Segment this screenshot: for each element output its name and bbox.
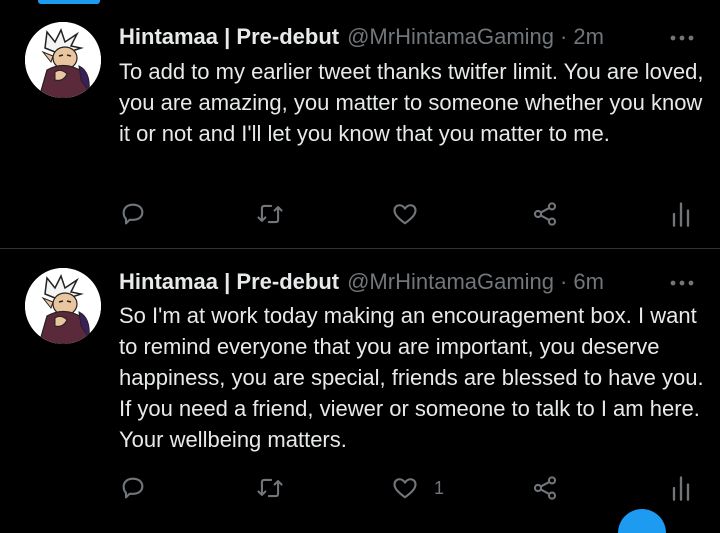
user-handle[interactable]: @MrHintamaGaming [347, 269, 554, 295]
more-options-icon[interactable] [668, 269, 696, 297]
display-name[interactable]: Hintamaa | Pre-debut [119, 269, 339, 295]
tweet[interactable]: Hintamaa | Pre-debut @MrHintamaGaming · … [0, 0, 720, 248]
tweet-text: So I'm at work today making an encourage… [119, 303, 704, 452]
like-button[interactable] [390, 198, 434, 230]
avatar[interactable] [25, 22, 101, 98]
tweet-text: To add to my earlier tweet thanks twitfe… [119, 59, 704, 146]
analytics-button[interactable] [670, 472, 692, 504]
display-name[interactable]: Hintamaa | Pre-debut [119, 24, 339, 50]
separator-dot: · [560, 269, 568, 294]
user-handle[interactable]: @MrHintamaGaming [347, 24, 554, 50]
retweet-button[interactable] [255, 472, 285, 504]
reply-icon [119, 200, 147, 228]
heart-icon [390, 474, 420, 502]
tweet-actions [0, 198, 720, 230]
timestamp[interactable]: 2m [573, 24, 604, 50]
share-icon [531, 474, 559, 502]
tweet[interactable]: Hintamaa | Pre-debut @MrHintamaGaming · … [0, 249, 720, 515]
like-count: 1 [434, 477, 445, 498]
avatar[interactable] [25, 268, 101, 344]
share-button[interactable] [531, 472, 559, 504]
timestamp[interactable]: 6m [573, 269, 604, 295]
analytics-icon [670, 474, 692, 502]
reply-button[interactable] [119, 198, 147, 230]
retweet-button[interactable] [255, 198, 285, 230]
share-button[interactable] [531, 198, 559, 230]
retweet-icon [255, 200, 285, 228]
analytics-icon [670, 200, 692, 228]
tweet-actions: 1 [0, 472, 720, 504]
reply-button[interactable] [119, 472, 147, 504]
tweet-header: Hintamaa | Pre-debut @MrHintamaGaming · … [119, 268, 604, 296]
heart-icon [390, 200, 420, 228]
separator-dot: · [560, 24, 568, 49]
analytics-button[interactable] [670, 198, 692, 230]
tweet-header: Hintamaa | Pre-debut @MrHintamaGaming · … [119, 23, 604, 51]
retweet-icon [255, 474, 285, 502]
share-icon [531, 200, 559, 228]
more-options-icon[interactable] [668, 24, 696, 52]
reply-icon [119, 474, 147, 502]
like-button[interactable]: 1 [390, 472, 444, 504]
